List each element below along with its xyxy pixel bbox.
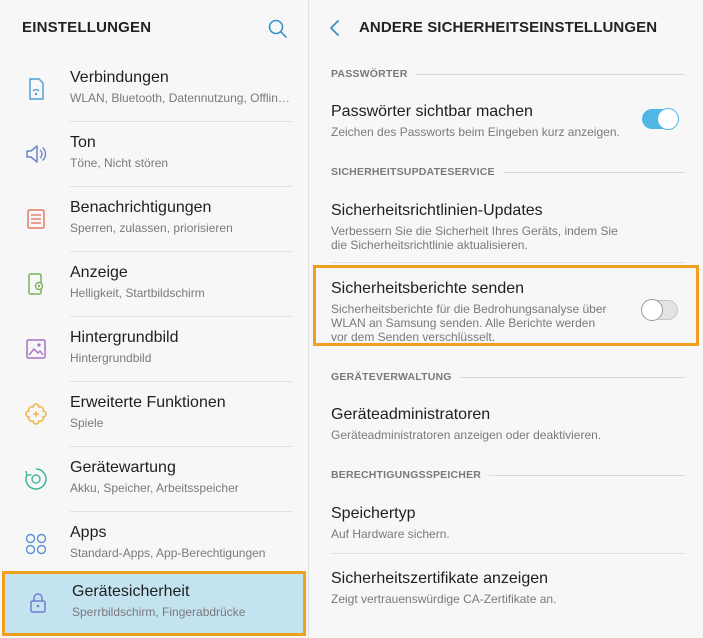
sidebar-item-title: Ton: [70, 134, 96, 151]
wallpaper-icon: [23, 336, 49, 362]
device-care-icon: [23, 466, 49, 492]
sidebar-item-device-security[interactable]: Gerätesicherheit Sperrbildschirm, Finger…: [2, 571, 306, 636]
sidebar-item-subtitle: Akku, Speicher, Arbeitsspeicher: [70, 481, 239, 495]
row-subtitle: Auf Hardware sichern.: [331, 527, 450, 541]
sidebar-item-sound[interactable]: Ton Töne, Nicht stören: [0, 122, 308, 187]
show-passwords-row[interactable]: Passwörter sichtbar machen Zeichen des P…: [331, 103, 689, 148]
sidebar-item-subtitle: WLAN, Bluetooth, Datennutzung, Offline…: [70, 91, 292, 105]
row-title: Geräteadministratoren: [331, 406, 491, 423]
sidebar-item-notifications[interactable]: Benachrichtigungen Sperren, zulassen, pr…: [0, 187, 308, 252]
sidebar-item-title: Gerätesicherheit: [72, 583, 190, 600]
section-header-device-admin: GERÄTEVERWALTUNG: [331, 371, 685, 385]
divider: [331, 553, 685, 554]
section-label: PASSWÖRTER: [331, 68, 416, 80]
row-title: Speichertyp: [331, 505, 416, 522]
row-title: Sicherheitszertifikate anzeigen: [331, 570, 549, 587]
sidebar-item-title: Hintergrundbild: [70, 329, 179, 346]
section-header-security-update: SICHERHEITSUPDATESERVICE: [331, 166, 685, 180]
view-certificates-row[interactable]: Sicherheitszertifikate anzeigen Zeigt ve…: [331, 570, 689, 610]
connections-icon: [23, 76, 49, 102]
display-icon: [23, 271, 49, 297]
speaker-icon: [23, 141, 49, 167]
row-title: Sicherheitsrichtlinien-Updates: [331, 202, 543, 219]
sidebar-item-subtitle: Töne, Nicht stören: [70, 156, 169, 170]
row-subtitle: Geräteadministratoren anzeigen oder deak…: [331, 428, 602, 442]
sidebar-item-subtitle: Spiele: [70, 416, 104, 430]
row-subtitle: Zeichen des Passworts beim Eingeben kurz…: [331, 125, 620, 139]
search-icon[interactable]: [266, 17, 290, 41]
lock-icon: [25, 590, 51, 616]
row-subtitle: Verbessern Sie die Sicherheit Ihres Gerä…: [331, 224, 618, 252]
section-header-credential-storage: BERECHTIGUNGSSPEICHER: [331, 469, 685, 483]
sidebar-item-subtitle: Hintergrundbild: [70, 351, 152, 365]
sidebar-item-title: Apps: [70, 524, 107, 541]
toggle-knob: [657, 108, 679, 130]
section-header-passwords: PASSWÖRTER: [331, 68, 685, 82]
sidebar-item-display[interactable]: Anzeige Helligkeit, Startbildschirm: [0, 252, 308, 317]
section-label: SICHERHEITSUPDATESERVICE: [331, 166, 503, 178]
sidebar-item-subtitle: Sperren, zulassen, priorisieren: [70, 221, 233, 235]
section-label: BERECHTIGUNGSSPEICHER: [331, 469, 490, 481]
sidebar-item-title: Verbindungen: [70, 69, 169, 86]
page-title: ANDERE SICHERHEITSEINSTELLUNGEN: [359, 19, 658, 36]
show-passwords-toggle[interactable]: [642, 108, 679, 130]
sidebar-item-title: Gerätewartung: [70, 459, 176, 476]
apps-icon: [23, 531, 49, 557]
sidebar-item-title: Erweiterte Funktionen: [70, 394, 226, 411]
settings-sidebar: EINSTELLUNGEN Verbindungen WLAN, Bluetoo…: [0, 0, 308, 638]
sidebar-item-subtitle: Sperrbildschirm, Fingerabdrücke: [72, 605, 246, 619]
sidebar-header: EINSTELLUNGEN: [0, 0, 308, 57]
sidebar-item-title: Anzeige: [70, 264, 128, 281]
row-title: Passwörter sichtbar machen: [331, 103, 533, 120]
storage-type-row[interactable]: Speichertyp Auf Hardware sichern.: [331, 505, 689, 545]
sidebar-item-subtitle: Standard-Apps, App-Berechtigungen: [70, 546, 266, 560]
sidebar-item-device-care[interactable]: Gerätewartung Akku, Speicher, Arbeitsspe…: [0, 447, 308, 512]
sidebar-title: EINSTELLUNGEN: [22, 19, 152, 36]
sidebar-item-title: Benachrichtigungen: [70, 199, 212, 216]
notifications-icon: [23, 206, 49, 232]
sidebar-item-subtitle: Helligkeit, Startbildschirm: [70, 286, 205, 300]
sidebar-item-wallpaper[interactable]: Hintergrundbild Hintergrundbild: [0, 317, 308, 382]
sidebar-item-connections[interactable]: Verbindungen WLAN, Bluetooth, Datennutzu…: [0, 57, 308, 122]
back-arrow-icon[interactable]: [323, 16, 347, 40]
row-subtitle: Zeigt vertrauenswürdige CA-Zertifikate a…: [331, 592, 557, 606]
highlight-frame: [313, 265, 699, 346]
device-admins-row[interactable]: Geräteadministratoren Geräteadministrato…: [331, 406, 689, 446]
advanced-features-icon: [23, 401, 49, 427]
divider: [331, 262, 685, 263]
sidebar-item-apps[interactable]: Apps Standard-Apps, App-Berechtigungen: [0, 512, 308, 577]
policy-updates-row[interactable]: Sicherheitsrichtlinien-Updates Verbesser…: [331, 202, 689, 252]
section-label: GERÄTEVERWALTUNG: [331, 371, 460, 383]
sidebar-item-advanced-features[interactable]: Erweiterte Funktionen Spiele: [0, 382, 308, 447]
